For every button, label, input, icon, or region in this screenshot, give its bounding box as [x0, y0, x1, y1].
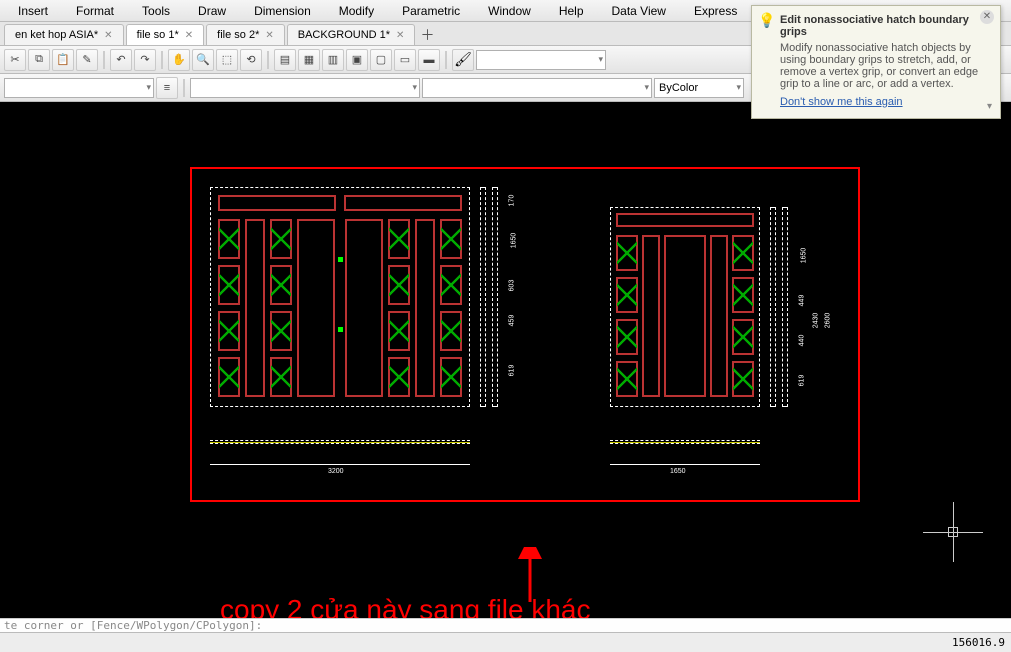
- pan-icon[interactable]: ✋: [168, 49, 190, 71]
- brush-icon[interactable]: 🖌: [452, 49, 474, 71]
- section-left: 3200: [210, 432, 470, 482]
- close-icon[interactable]: ✕: [104, 30, 112, 41]
- copy-icon[interactable]: ⧉: [28, 49, 50, 71]
- menu-format[interactable]: Format: [62, 2, 128, 20]
- drawing-canvas[interactable]: 170 1650 603 459 619 3200 1650 449: [0, 102, 1011, 620]
- zoom-icon[interactable]: 🔍: [192, 49, 214, 71]
- close-icon[interactable]: ✕: [185, 30, 193, 41]
- close-icon[interactable]: ✕: [980, 10, 994, 24]
- lineweight-combo[interactable]: [422, 78, 652, 98]
- menu-dataview[interactable]: Data View: [598, 2, 680, 20]
- chevron-down-icon[interactable]: ▾: [987, 101, 992, 112]
- redo-icon[interactable]: ↷: [134, 49, 156, 71]
- match-icon[interactable]: ✎: [76, 49, 98, 71]
- menu-modify[interactable]: Modify: [325, 2, 388, 20]
- menu-insert[interactable]: Insert: [4, 2, 62, 20]
- close-icon[interactable]: ✕: [265, 30, 273, 41]
- command-line[interactable]: te corner or [Fence/WPolygon/CPolygon]:: [0, 618, 1011, 632]
- dimensions-right: 1650 449 2430 2600 440 619: [770, 207, 840, 407]
- tab-file2[interactable]: file so 2*✕: [206, 24, 285, 45]
- door-drawing-left: [210, 187, 470, 407]
- new-tab-button[interactable]: ＋: [417, 25, 437, 45]
- markup-icon[interactable]: ▢: [370, 49, 392, 71]
- tooltip-title: Edit nonassociative hatch boundary grips: [780, 14, 990, 38]
- tooltip-body: Modify nonassociative hatch objects by u…: [780, 42, 990, 90]
- tab-file1[interactable]: file so 1*✕: [126, 24, 205, 45]
- quickcalc-icon[interactable]: ▭: [394, 49, 416, 71]
- dimensions-left: 170 1650 603 459 619: [480, 187, 540, 407]
- menu-help[interactable]: Help: [545, 2, 598, 20]
- tab-background[interactable]: BACKGROUND 1*✕: [287, 24, 416, 45]
- layer-combo[interactable]: [4, 78, 154, 98]
- coordinate-readout: 156016.9: [952, 636, 1005, 649]
- workspace-combo[interactable]: [476, 50, 606, 70]
- color-combo[interactable]: ByColor: [654, 78, 744, 98]
- command-line-icon[interactable]: ▬: [418, 49, 440, 71]
- close-icon[interactable]: ✕: [396, 30, 404, 41]
- menu-draw[interactable]: Draw: [184, 2, 240, 20]
- bulb-icon: 💡: [758, 12, 775, 29]
- crosshair-cursor: [923, 502, 983, 562]
- design-center-icon[interactable]: ▣: [346, 49, 368, 71]
- status-bar: 156016.9: [0, 632, 1011, 652]
- menu-parametric[interactable]: Parametric: [388, 2, 474, 20]
- properties-icon[interactable]: ▤: [274, 49, 296, 71]
- menu-express[interactable]: Express: [680, 2, 751, 20]
- info-tooltip: ✕ 💡 Edit nonassociative hatch boundary g…: [751, 5, 1001, 119]
- menu-window[interactable]: Window: [474, 2, 545, 20]
- tooltip-link[interactable]: Don't show me this again: [780, 96, 903, 108]
- layer-states-icon[interactable]: ≡: [156, 77, 178, 99]
- menu-tools[interactable]: Tools: [128, 2, 184, 20]
- sheet-icon[interactable]: ▦: [298, 49, 320, 71]
- linetype-combo[interactable]: [190, 78, 420, 98]
- undo-icon[interactable]: ↶: [110, 49, 132, 71]
- tool-palettes-icon[interactable]: ▥: [322, 49, 344, 71]
- cut-icon[interactable]: ✂: [4, 49, 26, 71]
- tab-asia[interactable]: en ket hop ASIA*✕: [4, 24, 124, 45]
- door-drawing-right: [610, 207, 760, 407]
- paste-icon[interactable]: 📋: [52, 49, 74, 71]
- zoom-prev-icon[interactable]: ⟲: [240, 49, 262, 71]
- zoom-window-icon[interactable]: ⬚: [216, 49, 238, 71]
- menu-dimension[interactable]: Dimension: [240, 2, 325, 20]
- section-right: 1650: [610, 432, 760, 482]
